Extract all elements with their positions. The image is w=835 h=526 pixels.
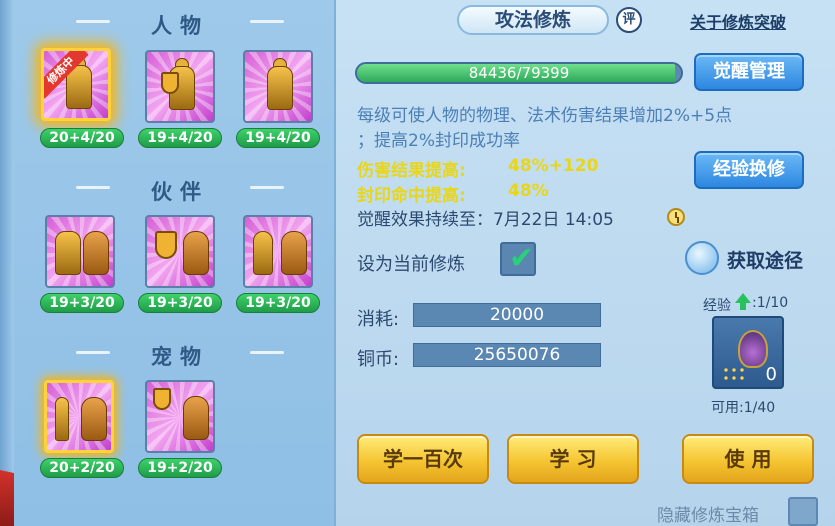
stat-seal: 封印命中提高: 48% bbox=[357, 181, 549, 206]
review-icon[interactable]: 评 bbox=[616, 7, 642, 33]
left-frame bbox=[0, 0, 14, 526]
up-arrow-icon bbox=[735, 293, 751, 310]
category-panel: 人物 修炼中 20+4/20 19+4/20 19+4/20 伙伴 19+3/2… bbox=[14, 0, 336, 526]
stat-label: 封印命中提高: bbox=[357, 186, 466, 206]
item-usable: 可用:1/40 bbox=[711, 400, 776, 416]
level-pill: 19+3/20 bbox=[236, 293, 320, 313]
flourish-right bbox=[250, 20, 284, 23]
level-pill: 19+2/20 bbox=[138, 458, 222, 478]
level-pill: 19+4/20 bbox=[138, 128, 222, 148]
section-title-text: 人物 bbox=[151, 14, 209, 38]
section-title-partner: 伙伴 bbox=[76, 176, 284, 206]
sword-icon bbox=[55, 397, 69, 441]
item-count: 0 bbox=[765, 364, 777, 385]
level-pill: 20+2/20 bbox=[40, 458, 124, 478]
shield-icon bbox=[161, 72, 179, 94]
level-pill: 19+3/20 bbox=[138, 293, 222, 313]
stat-label: 伤害结果提高: bbox=[357, 161, 466, 181]
flourish-left bbox=[76, 351, 110, 354]
description: 每级可使人物的物理、法术伤害结果增加2%+5点 ；提高2%封印成功率 bbox=[357, 104, 797, 154]
hide-chest-checkbox[interactable] bbox=[788, 497, 818, 526]
learn-100-button[interactable]: 学一百次 bbox=[357, 434, 489, 484]
lion-icon bbox=[183, 231, 209, 275]
section-title-text: 宠物 bbox=[151, 345, 209, 369]
learn-button[interactable]: 学 习 bbox=[507, 434, 639, 484]
slot-pet-attack[interactable] bbox=[44, 380, 114, 453]
slot-partner-resist[interactable] bbox=[243, 215, 313, 288]
shield-icon bbox=[155, 231, 177, 259]
slot-pet-defense[interactable] bbox=[145, 380, 215, 453]
gold-icon bbox=[722, 366, 744, 380]
consume-value: 20000 bbox=[413, 303, 601, 327]
cat-icon bbox=[81, 397, 107, 441]
section-title-character: 人物 bbox=[76, 10, 284, 40]
set-current-label: 设为当前修炼 bbox=[357, 254, 465, 275]
stat-damage: 伤害结果提高: 48%+120 bbox=[357, 156, 598, 181]
description-line: 每级可使人物的物理、法术伤害结果增加2%+5点 bbox=[357, 106, 733, 126]
training-chest-item[interactable]: 0 bbox=[712, 316, 784, 389]
level-pill: 19+3/20 bbox=[40, 293, 124, 313]
lion-icon bbox=[281, 231, 307, 275]
item-exp-ratio: :1/10 bbox=[752, 295, 789, 311]
hide-chest-label: 隐藏修炼宝箱 bbox=[657, 506, 759, 526]
slot-partner-defense[interactable] bbox=[145, 215, 215, 288]
clock-icon bbox=[667, 208, 685, 226]
slot-partner-attack[interactable] bbox=[45, 215, 115, 288]
about-breakthrough-link[interactable]: 关于修炼突破 bbox=[690, 9, 786, 33]
vase-icon bbox=[738, 330, 768, 368]
section-title-pet: 宠物 bbox=[76, 341, 284, 371]
lion-icon bbox=[83, 231, 109, 275]
exp-exchange-button[interactable]: 经验换修 bbox=[694, 151, 804, 189]
book-icon[interactable] bbox=[685, 241, 719, 275]
copper-value: 25650076 bbox=[413, 343, 601, 367]
stat-value: 48%+120 bbox=[508, 156, 599, 176]
item-exp-label: 经验 bbox=[703, 298, 731, 314]
cat-icon bbox=[183, 396, 209, 440]
character-body-icon bbox=[267, 66, 293, 110]
glove-icon bbox=[253, 231, 273, 275]
flourish-left bbox=[76, 186, 110, 189]
sword-icon bbox=[55, 231, 81, 275]
slot-character-attack[interactable]: 修炼中 bbox=[41, 48, 111, 121]
slot-character-resist[interactable] bbox=[243, 50, 313, 123]
flourish-left bbox=[76, 20, 110, 23]
set-current-checkbox[interactable]: ✔ bbox=[500, 242, 536, 276]
page-title: 攻法修炼 bbox=[457, 5, 609, 35]
obtain-route-link[interactable]: 获取途径 bbox=[727, 246, 803, 273]
use-button[interactable]: 使 用 bbox=[682, 434, 814, 484]
checkmark-icon: ✔ bbox=[509, 241, 535, 276]
stat-value: 48% bbox=[508, 181, 549, 201]
shield-icon bbox=[153, 388, 171, 410]
experience-progress-bar: 84436/79399 bbox=[355, 62, 683, 84]
slot-character-defense[interactable] bbox=[145, 50, 215, 123]
level-pill: 19+4/20 bbox=[236, 128, 320, 148]
consume-label: 消耗: bbox=[357, 309, 400, 330]
training-window: 人物 修炼中 20+4/20 19+4/20 19+4/20 伙伴 19+3/2… bbox=[0, 0, 835, 526]
awaken-manage-button[interactable]: 觉醒管理 bbox=[694, 53, 804, 91]
section-title-text: 伙伴 bbox=[151, 180, 209, 204]
flourish-right bbox=[250, 186, 284, 189]
progress-text: 84436/79399 bbox=[468, 64, 570, 82]
copper-label: 铜币: bbox=[357, 349, 400, 370]
flourish-right bbox=[250, 351, 284, 354]
level-pill: 20+4/20 bbox=[40, 128, 124, 148]
awaken-expire-text: 觉醒效果持续至：7月22日 14:05 bbox=[357, 210, 614, 230]
